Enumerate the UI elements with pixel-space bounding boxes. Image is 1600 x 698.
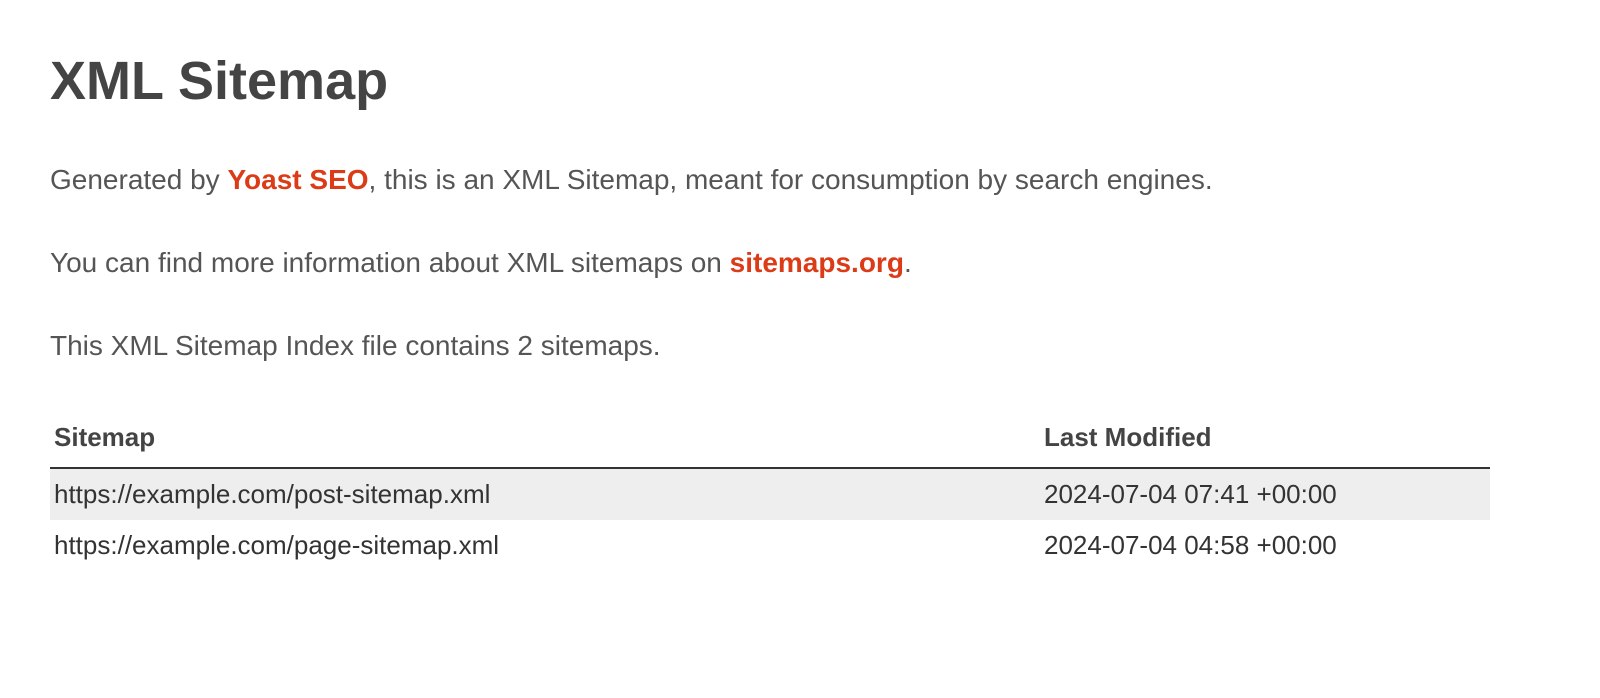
intro-suffix: , this is an XML Sitemap, meant for cons… bbox=[369, 164, 1213, 195]
sitemap-url-cell: https://example.com/post-sitemap.xml bbox=[50, 468, 1040, 520]
sitemaps-org-link[interactable]: sitemaps.org bbox=[730, 247, 904, 278]
sitemap-url-link[interactable]: https://example.com/post-sitemap.xml bbox=[54, 479, 490, 509]
intro-paragraph: Generated by Yoast SEO, this is an XML S… bbox=[50, 160, 1550, 199]
intro-prefix: Generated by bbox=[50, 164, 227, 195]
table-row: https://example.com/post-sitemap.xml 2024… bbox=[50, 468, 1490, 520]
table-row: https://example.com/page-sitemap.xml 2024… bbox=[50, 520, 1490, 571]
page-title: XML Sitemap bbox=[50, 50, 1550, 112]
last-modified-cell: 2024-07-04 07:41 +00:00 bbox=[1040, 468, 1490, 520]
count-line: This XML Sitemap Index file contains 2 s… bbox=[50, 326, 1550, 365]
more-info-suffix: . bbox=[904, 247, 912, 278]
yoast-seo-link[interactable]: Yoast SEO bbox=[227, 164, 368, 195]
last-modified-cell: 2024-07-04 04:58 +00:00 bbox=[1040, 520, 1490, 571]
sitemap-index-table: Sitemap Last Modified https://example.co… bbox=[50, 410, 1490, 571]
col-header-last-modified: Last Modified bbox=[1040, 410, 1490, 468]
sitemap-url-cell: https://example.com/page-sitemap.xml bbox=[50, 520, 1040, 571]
more-info-paragraph: You can find more information about XML … bbox=[50, 243, 1550, 282]
sitemap-url-link[interactable]: https://example.com/page-sitemap.xml bbox=[54, 530, 499, 560]
col-header-sitemap: Sitemap bbox=[50, 410, 1040, 468]
more-info-prefix: You can find more information about XML … bbox=[50, 247, 730, 278]
